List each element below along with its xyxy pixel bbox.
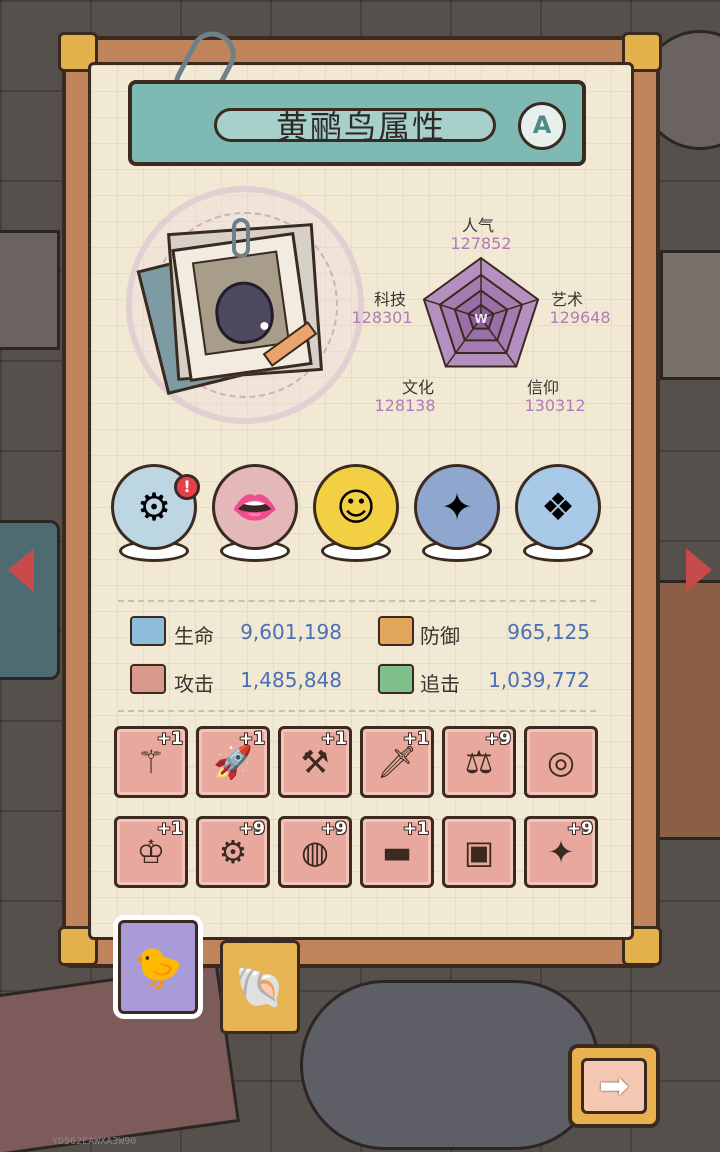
equipment-slot[interactable]: ◍ +9 xyxy=(278,816,352,888)
equipment-slot[interactable]: ◎ xyxy=(524,726,598,798)
title-banner: 黄鹂鸟属性 A xyxy=(128,80,586,166)
enhance-level: +9 xyxy=(320,819,347,839)
skill-orb[interactable]: ❖ xyxy=(515,464,601,550)
divider xyxy=(118,710,596,712)
hp-value: 9,601,198 xyxy=(240,620,342,644)
stat-value-culture: 128138 xyxy=(374,396,436,415)
defense-icon xyxy=(378,616,414,646)
stat-value-tech: 128301 xyxy=(351,308,413,327)
smile-face-icon: ☺ xyxy=(336,485,376,529)
build-code: YD562EAWXA3W90 xyxy=(52,1136,137,1147)
ring-orb-icon: ◎ xyxy=(547,743,575,781)
stat-value-art: 129648 xyxy=(549,308,611,327)
enhance-level: +1 xyxy=(402,729,429,749)
equipment-slot[interactable]: ✦ +9 xyxy=(524,816,598,888)
photo-clip-icon xyxy=(232,218,250,258)
stat-label-tech: 科技 xyxy=(373,290,406,309)
skill-orb[interactable]: 👄 xyxy=(212,464,298,550)
enhance-level: +9 xyxy=(566,819,593,839)
enhance-level: +1 xyxy=(156,729,183,749)
equipment-slot[interactable]: ⚙ +9 xyxy=(196,816,270,888)
next-button[interactable]: ➡ xyxy=(568,1044,660,1128)
monster-mouth-icon: 👄 xyxy=(231,484,279,529)
skill-orb[interactable]: ☺ xyxy=(313,464,399,550)
equipment-slot[interactable]: ▬ +1 xyxy=(360,816,434,888)
equipment-slot[interactable]: ⚖ +9 xyxy=(442,726,516,798)
radar-center-mark: W xyxy=(474,312,487,326)
prev-arrow-button[interactable] xyxy=(8,548,34,592)
enhance-level: +1 xyxy=(156,819,183,839)
divider xyxy=(118,600,596,602)
mech-arm-icon: ⚙ xyxy=(136,485,172,529)
chase-icon xyxy=(378,664,414,694)
grade-badge[interactable]: A xyxy=(518,102,566,150)
radar-chart: W xyxy=(422,256,540,368)
enhance-level: +9 xyxy=(484,729,511,749)
next-arrow-button[interactable] xyxy=(686,548,712,592)
stat-value-faith: 130312 xyxy=(524,396,586,415)
alert-badge: ! xyxy=(174,474,200,500)
skill-orb[interactable]: ✦ xyxy=(414,464,500,550)
equipment-slot[interactable]: 🗡 +1 xyxy=(360,726,434,798)
hp-icon xyxy=(130,616,166,646)
defense-value: 965,125 xyxy=(507,620,590,644)
equipment-slot[interactable]: ♔ +1 xyxy=(114,816,188,888)
enhance-level: +9 xyxy=(238,819,265,839)
bird-portrait xyxy=(191,250,291,356)
equipment-slot[interactable]: ▣ xyxy=(442,816,516,888)
chase-value: 1,039,772 xyxy=(488,668,590,692)
tab-horn[interactable]: 🐚 xyxy=(220,940,300,1034)
chick-icon: 🐤 xyxy=(133,944,183,991)
equipment-slot[interactable]: ⚒ +1 xyxy=(278,726,352,798)
device-box-icon: ▣ xyxy=(463,833,495,871)
cube-gem-icon: ❖ xyxy=(540,485,576,529)
stat-label-culture: 文化 xyxy=(401,378,434,397)
tab-character[interactable]: 🐤 xyxy=(118,920,198,1014)
equipment-slot[interactable]: 🚀 +1 xyxy=(196,726,270,798)
stat-label-popularity: 人气 xyxy=(461,216,494,235)
horn-icon: 🐚 xyxy=(235,964,285,1011)
attack-value: 1,485,848 xyxy=(240,668,342,692)
compass-icon: ✦ xyxy=(441,485,473,529)
enhance-level: +1 xyxy=(320,729,347,749)
stat-label-faith: 信仰 xyxy=(526,378,559,397)
stat-label-art: 艺术 xyxy=(550,290,583,309)
equipment-slot[interactable]: ⚚ +1 xyxy=(114,726,188,798)
stat-value-popularity: 127852 xyxy=(450,234,512,253)
attack-icon xyxy=(130,664,166,694)
enhance-level: +1 xyxy=(402,819,429,839)
enhance-level: +1 xyxy=(238,729,265,749)
arrow-right-icon: ➡ xyxy=(598,1065,630,1107)
